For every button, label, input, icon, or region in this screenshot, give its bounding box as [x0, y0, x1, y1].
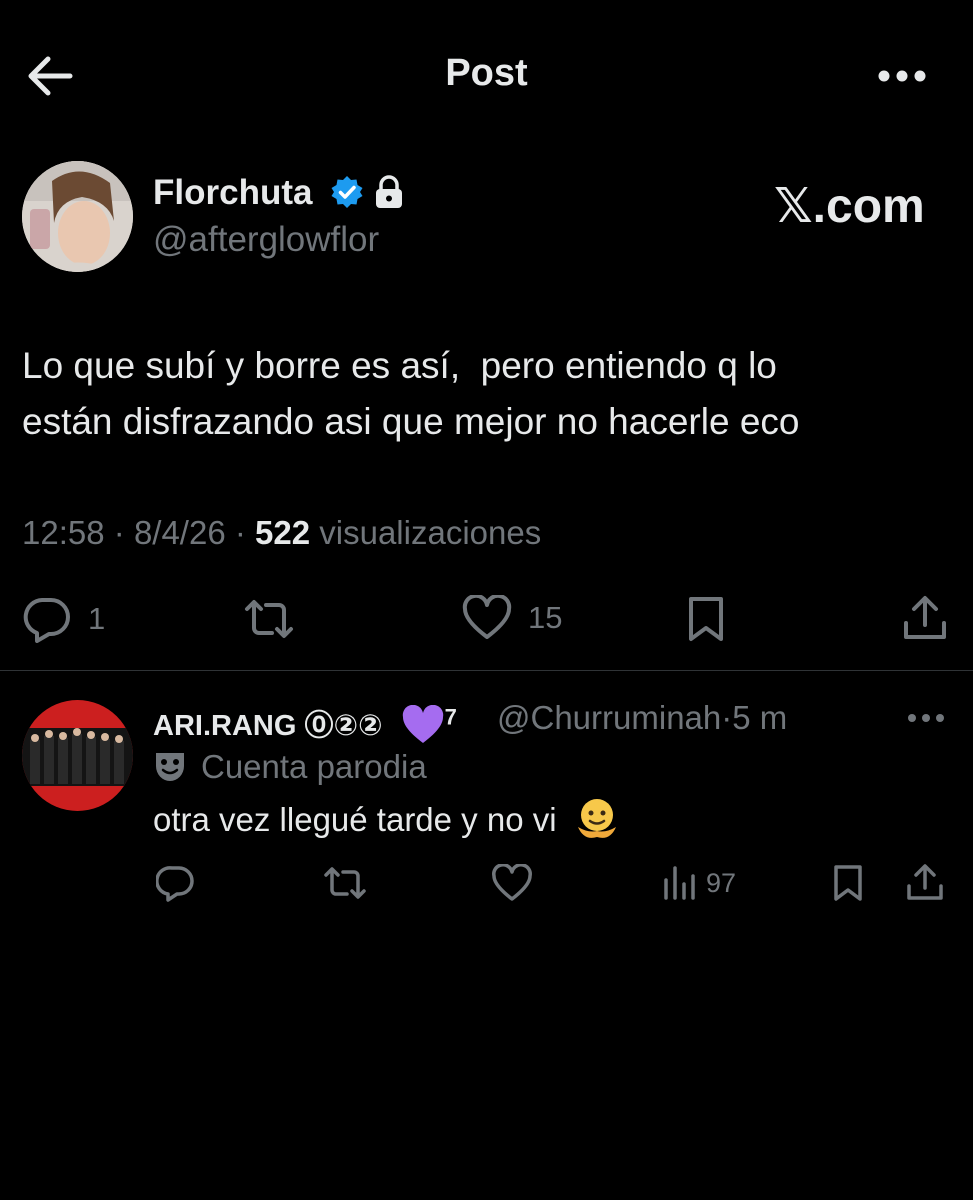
author-handle[interactable]: @afterglowflor — [153, 220, 379, 260]
meta-separator: · — [234, 514, 246, 551]
avatar-photo — [22, 700, 133, 811]
reply-text: otra vez llegué tarde y no vi — [153, 797, 620, 841]
reply-views-count: 97 — [706, 867, 737, 898]
more-horizontal-icon — [878, 70, 926, 82]
repost-icon — [324, 867, 366, 899]
more-horizontal-icon — [908, 714, 944, 722]
reply-author-handle[interactable]: @Churruminah — [497, 699, 721, 736]
post-meta: 12:58 · 8/4/26 · 522 visualizaciones — [22, 514, 541, 552]
author-avatar[interactable] — [22, 161, 133, 272]
purple-heart-icon — [402, 704, 443, 743]
page-title: Post — [445, 52, 528, 94]
reply-views-button[interactable]: 97 — [662, 864, 736, 902]
lock-icon — [373, 175, 405, 209]
reply-count: 1 — [88, 601, 106, 636]
parody-label-row: Cuenta parodia — [153, 748, 427, 786]
parody-mask-icon — [156, 753, 184, 781]
views-count: 522 — [255, 514, 311, 551]
post-text: Lo que subí y borre es así, pero entiend… — [22, 345, 800, 442]
post-date: 8/4/26 — [133, 514, 226, 551]
avatar-photo — [22, 161, 133, 272]
reply-reply-button[interactable] — [156, 864, 196, 902]
meta-separator: · — [721, 699, 733, 736]
reply-handle-row: @Churruminah·5 m — [497, 699, 787, 737]
views-label: visualizaciones — [319, 514, 542, 551]
share-button[interactable] — [901, 595, 949, 643]
reply-button[interactable]: 1 — [22, 595, 105, 643]
reply-share-button[interactable] — [905, 864, 945, 902]
reply-author-name[interactable]: ARI.RANG ⓪②② 7 — [153, 702, 457, 745]
reply-like-button[interactable] — [491, 864, 533, 902]
bookmark-icon — [834, 865, 862, 901]
analytics-bars-icon — [664, 866, 695, 900]
reply-more-button[interactable] — [905, 708, 947, 728]
heart-icon — [492, 864, 532, 901]
reply-bookmark-button[interactable] — [830, 864, 866, 902]
reply-icon — [23, 598, 70, 643]
reply-icon — [156, 866, 194, 902]
bookmark-icon — [689, 597, 723, 641]
share-icon — [907, 864, 943, 900]
repost-button[interactable] — [241, 595, 297, 643]
reply-time: 5 m — [732, 699, 788, 736]
reply-text-content: otra vez llegué tarde y no vi — [153, 801, 557, 838]
share-icon — [904, 596, 946, 639]
heart-icon — [462, 595, 512, 639]
reply-author-avatar[interactable] — [22, 700, 133, 811]
repost-icon — [245, 600, 293, 638]
reply-repost-button[interactable] — [322, 864, 368, 902]
x-watermark: 𝕏.com — [774, 180, 925, 233]
meta-separator: · — [113, 514, 125, 551]
more-options-button[interactable] — [872, 58, 932, 94]
like-count: 15 — [528, 600, 563, 635]
like-button[interactable]: 15 — [462, 595, 562, 641]
reply-author-name-text: ARI.RANG ⓪②② — [153, 710, 383, 742]
parody-label: Cuenta parodia — [201, 748, 427, 785]
reply-author-badge-sup: 7 — [444, 704, 457, 730]
verified-badge-icon — [330, 175, 364, 209]
divider — [0, 670, 973, 671]
melting-face-emoji-icon — [577, 799, 616, 838]
author-name[interactable]: Florchuta — [153, 173, 312, 213]
post-time: 12:58 — [22, 514, 105, 551]
bookmark-button[interactable] — [684, 595, 728, 643]
